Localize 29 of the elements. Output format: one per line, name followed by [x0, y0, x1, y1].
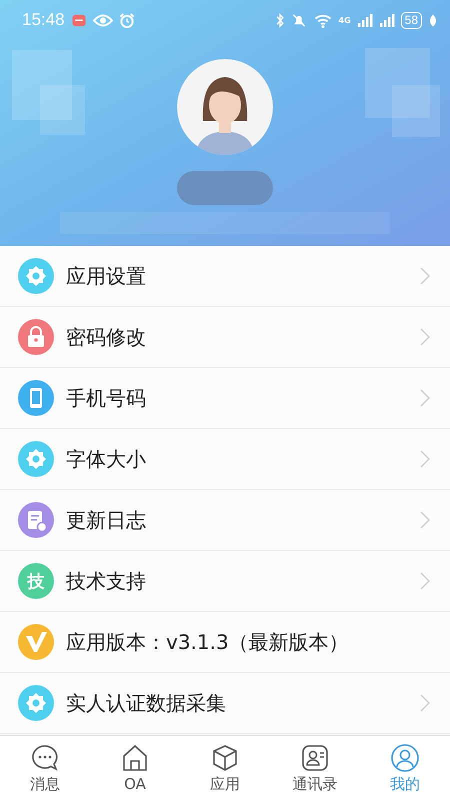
tab[interactable]: OA — [90, 736, 180, 800]
bluetooth-icon — [274, 12, 284, 28]
menu-label: 更新日志 — [66, 506, 147, 534]
status-time: 15:48 — [22, 10, 65, 30]
alarm-icon — [118, 12, 135, 28]
home-icon — [120, 743, 150, 773]
menu-label: 手机号码 — [66, 384, 147, 412]
chat-icon — [30, 742, 60, 772]
leaf-icon — [428, 12, 438, 28]
tab[interactable]: 应用 — [180, 736, 270, 800]
signal-icon — [378, 12, 395, 28]
network-type: 4G — [338, 16, 351, 24]
battery-level: 58 — [400, 12, 422, 28]
menu-label: 技术支持 — [66, 568, 147, 594]
menu-label: 应用设置 — [66, 262, 147, 290]
wifi-icon — [312, 12, 332, 28]
muted-bell-icon — [290, 12, 306, 28]
text-badge-icon: 技 — [18, 563, 54, 599]
tab[interactable]: 消息 — [0, 736, 90, 800]
cube-icon — [210, 742, 240, 772]
menu-label: 实人认证数据采集 — [66, 690, 227, 716]
tab[interactable]: 通讯录 — [270, 736, 360, 800]
person-icon — [390, 742, 420, 772]
eye-icon — [92, 12, 113, 28]
menu-label: 应用版本：v3.1.3（最新版本） — [66, 628, 350, 656]
menu-label: 密码修改 — [66, 324, 147, 350]
signal-icon — [356, 12, 373, 28]
menu-label: 字体大小 — [66, 446, 147, 472]
contacts-icon — [300, 742, 330, 772]
